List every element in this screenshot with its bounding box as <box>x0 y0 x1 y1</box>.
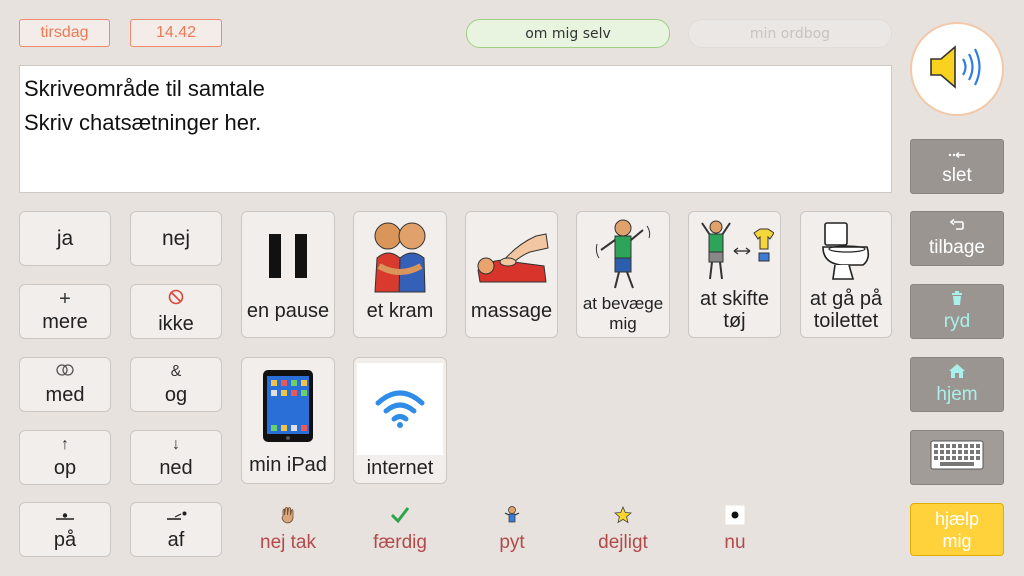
pic-label-line-1: at bevæge <box>582 294 664 313</box>
quick-label: færdig <box>373 532 427 553</box>
word-label: på <box>53 528 77 551</box>
quick-label: nej tak <box>260 532 316 553</box>
backspace-icon <box>948 147 966 161</box>
word-label: op <box>53 456 77 479</box>
ampersand-icon: & <box>170 362 182 380</box>
quick-now-button[interactable]: nu <box>690 504 780 558</box>
keyboard-icon <box>930 440 984 476</box>
word-label: nej <box>161 226 191 250</box>
home-icon <box>949 363 965 380</box>
pic-label: internet <box>366 457 434 479</box>
word-label: med <box>45 383 85 406</box>
day-display: tirsdag <box>19 19 110 47</box>
word-no-button[interactable]: nej <box>130 211 222 266</box>
hug-icon <box>354 212 446 300</box>
quick-label: nu <box>724 532 746 553</box>
word-label: af <box>167 528 185 551</box>
quick-label: pyt <box>499 532 525 553</box>
word-label: og <box>164 383 188 406</box>
pic-label-line-1: at skifte <box>700 288 769 310</box>
word-on-button[interactable]: på <box>19 502 111 557</box>
star-icon <box>614 504 632 526</box>
word-label: mere <box>42 310 88 333</box>
ipad-icon <box>242 358 334 454</box>
chat-text-area[interactable]: Skriveområde til samtale Skriv chatsætni… <box>19 65 892 193</box>
prohibited-icon <box>168 289 184 309</box>
quick-lovely-button[interactable]: dejligt <box>578 504 668 558</box>
rings-icon <box>55 363 75 380</box>
pic-change-clothes-button[interactable]: at skifte tøj <box>688 211 781 338</box>
pic-label-line-2: tøj <box>723 310 746 332</box>
checkmark-icon <box>390 504 410 526</box>
word-more-button[interactable]: + mere <box>19 284 111 339</box>
speak-button[interactable] <box>910 22 1004 116</box>
pic-move-button[interactable]: at bevæge mig <box>576 211 670 338</box>
on-surface-icon <box>54 509 76 525</box>
toilet-icon <box>801 212 891 288</box>
hand-stop-icon <box>280 504 296 526</box>
word-label: ned <box>159 456 193 479</box>
word-yes-button[interactable]: ja <box>19 211 111 266</box>
shrug-person-icon <box>503 504 521 526</box>
dot-icon <box>725 504 745 526</box>
quick-no-thanks-button[interactable]: nej tak <box>243 504 333 558</box>
pic-ipad-button[interactable]: min iPad <box>241 357 335 484</box>
pic-label: en pause <box>246 300 330 322</box>
keyboard-button[interactable] <box>910 430 1004 485</box>
trash-icon <box>951 290 963 307</box>
back-button[interactable]: tilbage <box>910 211 1004 266</box>
pic-pause-button[interactable]: en pause <box>241 211 335 338</box>
quick-whatever-button[interactable]: pyt <box>467 504 557 558</box>
word-label: ikke <box>158 312 194 335</box>
word-down-button[interactable]: ↓ ned <box>130 430 222 485</box>
tab-dictionary[interactable]: min ordbog <box>688 19 892 48</box>
time-display: 14.42 <box>130 19 222 47</box>
word-with-button[interactable]: med <box>19 357 111 412</box>
home-label: hjem <box>936 383 978 405</box>
help-me-button[interactable]: hjælp mig <box>910 503 1004 556</box>
pause-icon <box>242 212 334 300</box>
back-label: tilbage <box>929 236 985 258</box>
word-up-button[interactable]: ↑ op <box>19 430 111 485</box>
pic-label-line-1: at gå på <box>809 288 883 310</box>
text-line-2: Skriv chatsætninger her. <box>24 110 262 135</box>
plus-icon: + <box>59 287 71 310</box>
pic-label-line-2: mig <box>609 314 637 333</box>
clear-button[interactable]: ryd <box>910 284 1004 339</box>
tab-about-me[interactable]: om mig selv <box>466 19 670 48</box>
quick-done-button[interactable]: færdig <box>355 504 445 558</box>
home-button[interactable]: hjem <box>910 357 1004 412</box>
wifi-icon <box>357 363 443 455</box>
quick-label: dejligt <box>598 532 648 553</box>
massage-icon <box>466 212 557 300</box>
pic-toilet-button[interactable]: at gå på toilettet <box>800 211 892 338</box>
word-off-button[interactable]: af <box>130 502 222 557</box>
undo-arrow-icon <box>949 218 964 233</box>
off-surface-icon <box>165 509 187 525</box>
word-label: ja <box>56 226 74 250</box>
delete-button[interactable]: slet <box>910 139 1004 194</box>
dancing-person-icon <box>577 212 669 294</box>
pic-label-line-2: toilettet <box>813 310 879 332</box>
help-label-line-1: hjælp <box>934 508 980 529</box>
delete-label: slet <box>942 164 972 186</box>
help-label-line-2: mig <box>942 530 972 551</box>
arrow-up-icon: ↑ <box>61 435 69 453</box>
pic-label: et kram <box>366 300 434 322</box>
text-line-1: Skriveområde til samtale <box>24 76 265 101</box>
pic-hug-button[interactable]: et kram <box>353 211 447 338</box>
word-and-button[interactable]: & og <box>130 357 222 412</box>
arrow-down-icon: ↓ <box>172 435 180 453</box>
pic-internet-button[interactable]: internet <box>353 357 447 484</box>
pic-label: massage <box>470 300 553 322</box>
pic-massage-button[interactable]: massage <box>465 211 558 338</box>
change-clothes-icon <box>689 212 780 288</box>
word-not-button[interactable]: ikke <box>130 284 222 339</box>
clear-label: ryd <box>943 310 971 332</box>
speaker-icon <box>927 42 987 97</box>
pic-label: min iPad <box>249 454 327 476</box>
